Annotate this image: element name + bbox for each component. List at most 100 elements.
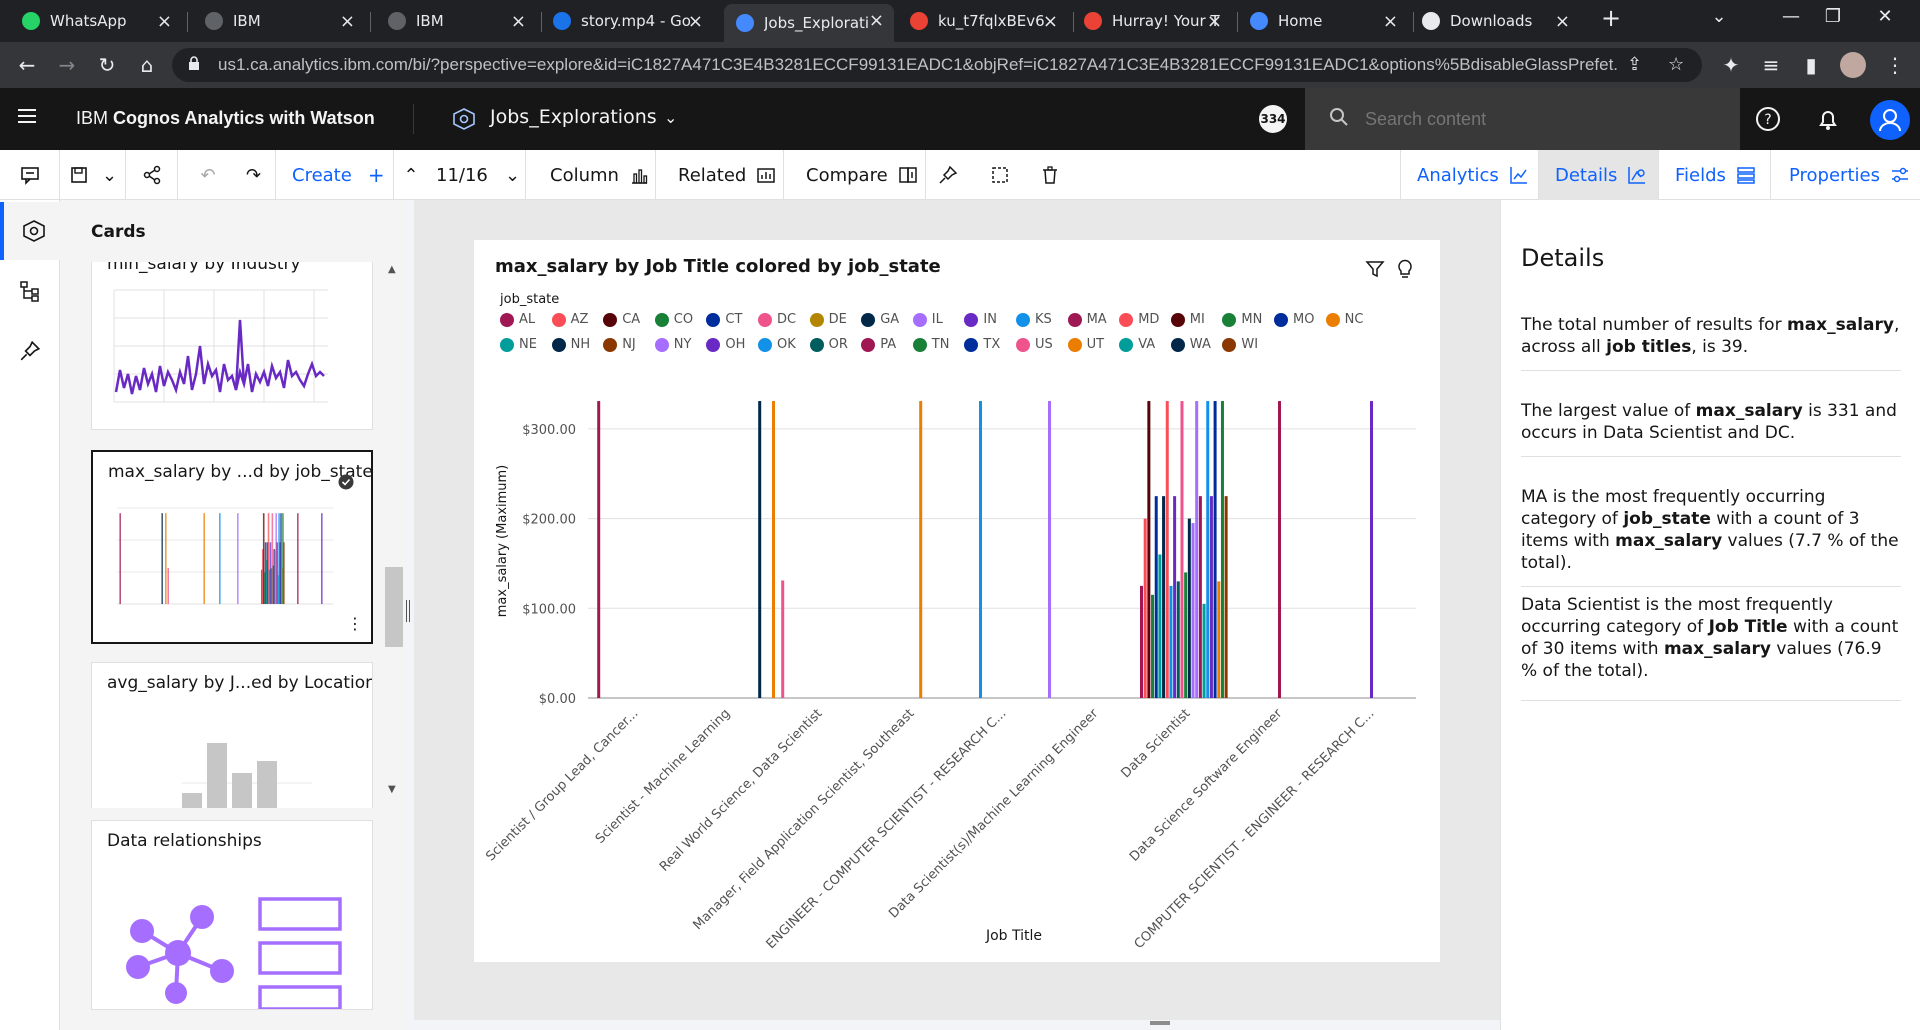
share-icon[interactable]: ⇪ <box>1627 54 1642 75</box>
chart-bar[interactable] <box>1206 401 1210 698</box>
profile-avatar[interactable] <box>1840 52 1866 78</box>
close-tab-icon[interactable]: × <box>1043 11 1058 32</box>
reload-icon[interactable]: ↻ <box>92 50 122 80</box>
home-icon[interactable]: ⌂ <box>132 50 162 80</box>
close-tab-icon[interactable]: × <box>1207 11 1222 32</box>
back-icon[interactable]: ← <box>12 50 42 80</box>
bookmark-star-icon[interactable]: ☆ <box>1668 54 1684 75</box>
chart-bar[interactable] <box>1162 496 1166 698</box>
scroll-up-icon[interactable]: ▲ <box>388 264 396 275</box>
chart-bar[interactable] <box>597 401 601 698</box>
panel-resize-grip[interactable] <box>406 600 410 622</box>
chart-bar[interactable] <box>1143 518 1147 698</box>
chart-bar[interactable] <box>1165 401 1169 698</box>
close-tab-icon[interactable]: × <box>688 11 703 32</box>
chart-bar[interactable] <box>1158 554 1162 698</box>
chart-bar[interactable] <box>1224 496 1228 698</box>
chart-bar[interactable] <box>1370 401 1373 698</box>
delete-button[interactable] <box>1032 150 1068 200</box>
focus-button[interactable] <box>982 150 1018 200</box>
chart-bar[interactable] <box>1184 572 1188 698</box>
chart-bar[interactable] <box>1169 585 1173 698</box>
chart-bar[interactable] <box>1048 401 1051 698</box>
side-panel-icon[interactable]: ▮ <box>1796 50 1826 80</box>
rail-relationships-button[interactable] <box>0 262 60 320</box>
rail-cards-button[interactable] <box>0 202 60 260</box>
rail-pins-button[interactable] <box>0 322 60 380</box>
new-tab-button[interactable]: + <box>1596 4 1626 32</box>
browser-tab[interactable]: Hurray! Your T × <box>1072 5 1232 37</box>
browser-tab[interactable]: WhatsApp × <box>10 5 182 37</box>
related-button[interactable]: Related <box>656 150 784 200</box>
chart-bar[interactable] <box>1278 401 1281 698</box>
canvas-resize-handle[interactable] <box>1150 1021 1170 1025</box>
chart-bar[interactable] <box>781 580 785 698</box>
minimize-button[interactable]: — <box>1776 6 1806 27</box>
browser-tab[interactable]: Jobs_Explorati × <box>724 4 894 42</box>
undo-button[interactable]: ↶ <box>190 150 226 200</box>
close-tab-icon[interactable]: × <box>511 11 526 32</box>
close-window-button[interactable]: ✕ <box>1870 6 1900 27</box>
save-dropdown-button[interactable]: ⌄ <box>94 150 126 200</box>
chart-bar[interactable] <box>979 401 982 698</box>
restore-button[interactable]: ❐ <box>1818 6 1848 27</box>
search-box[interactable] <box>1305 88 1740 150</box>
browser-tab[interactable]: ku_t7fqlxBEv6 × <box>898 5 1068 37</box>
chart-bar[interactable] <box>1187 518 1191 698</box>
omnibox[interactable]: us1.ca.analytics.ibm.com/bi/?perspective… <box>172 48 1702 82</box>
browser-tab[interactable]: IBM × <box>193 5 365 37</box>
share-button[interactable] <box>126 150 178 200</box>
create-button[interactable]: Create + <box>276 150 394 200</box>
tab-details[interactable]: Details <box>1538 150 1658 200</box>
chart-bar[interactable] <box>1154 496 1158 698</box>
chart-bar[interactable] <box>758 401 762 698</box>
help-icon[interactable]: ? <box>1754 105 1782 133</box>
card-avg-salary[interactable]: avg_salary by J...ed by Location <box>91 662 373 808</box>
chart-bar[interactable] <box>1217 581 1221 698</box>
chart-bar[interactable] <box>1195 401 1199 698</box>
exploration-title[interactable]: Jobs_Explorations <box>490 106 657 128</box>
search-input[interactable] <box>1365 106 1725 132</box>
chart-bar[interactable] <box>1173 496 1177 698</box>
chart-bar[interactable] <box>1140 585 1143 698</box>
compare-button[interactable]: Compare <box>784 150 926 200</box>
card-min-salary[interactable]: min_salary by Industry 10 <box>91 262 373 430</box>
close-tab-icon[interactable]: × <box>1383 11 1398 32</box>
hamburger-menu-icon[interactable] <box>18 109 36 127</box>
chart-bar[interactable] <box>1180 401 1184 698</box>
chevron-down-icon[interactable]: ⌄ <box>664 108 677 127</box>
chart-bar[interactable] <box>1198 496 1202 698</box>
scroll-down-icon[interactable]: ▼ <box>388 784 396 795</box>
forward-icon[interactable]: → <box>52 50 82 80</box>
notification-count-badge[interactable]: 334 <box>1259 105 1287 133</box>
tab-fields[interactable]: Fields <box>1658 150 1770 200</box>
close-tab-icon[interactable]: × <box>869 10 884 31</box>
comment-button[interactable] <box>0 150 60 200</box>
chart-bar[interactable] <box>1202 603 1206 698</box>
browser-tab[interactable]: IBM × <box>376 5 536 37</box>
cards-scrollbar[interactable]: ▲ ▼ <box>382 262 403 802</box>
previous-card-button[interactable]: ⌃ <box>398 150 424 200</box>
card-data-relationships[interactable]: Data relationships <box>91 820 373 1010</box>
browser-tab[interactable]: Home × <box>1238 5 1408 37</box>
chart-bar[interactable] <box>1151 594 1155 698</box>
extensions-icon[interactable]: ✦ <box>1716 50 1746 80</box>
url-text[interactable]: us1.ca.analytics.ibm.com/bi/?perspective… <box>218 55 1618 75</box>
chart-bar[interactable] <box>1220 401 1224 698</box>
chart-bar[interactable] <box>1176 581 1180 698</box>
column-visualization-button[interactable]: Column <box>526 150 656 200</box>
chart-bar[interactable] <box>772 401 775 698</box>
pin-button[interactable] <box>930 150 966 200</box>
card-max-salary[interactable]: max_salary by ...d by job_state ⋮ 11 <box>91 450 373 644</box>
chart-bar[interactable] <box>1209 496 1213 698</box>
close-tab-icon[interactable]: × <box>1555 11 1570 32</box>
save-button[interactable] <box>66 150 92 200</box>
close-tab-icon[interactable]: × <box>340 11 355 32</box>
redo-button[interactable]: ↷ <box>232 150 276 200</box>
tab-search-icon[interactable]: ⌄ <box>1704 6 1734 27</box>
tab-analytics[interactable]: Analytics <box>1400 150 1538 200</box>
chart-bar[interactable] <box>1147 401 1151 698</box>
browser-tab[interactable]: story.mp4 - Go × <box>541 5 713 37</box>
scrollbar-thumb[interactable] <box>385 567 403 647</box>
notification-bell-icon[interactable] <box>1814 105 1842 133</box>
